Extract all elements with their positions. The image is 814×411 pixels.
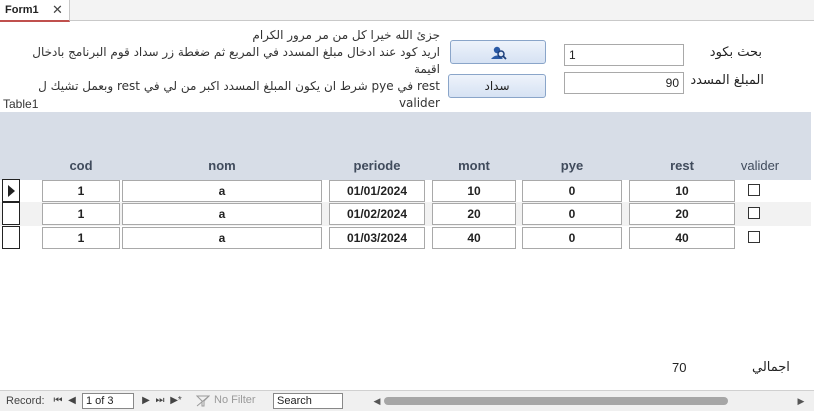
cell-cod[interactable]: 1: [42, 227, 120, 249]
cell-periode[interactable]: 01/01/2024: [329, 180, 425, 202]
prev-record-icon[interactable]: ◀: [66, 394, 78, 408]
cell-periode[interactable]: 01/03/2024: [329, 227, 425, 249]
record-search-input[interactable]: Search: [273, 393, 343, 409]
cell-cod[interactable]: 1: [42, 203, 120, 225]
total-value: 70: [672, 360, 687, 375]
table-row: 1 a 01/02/2024 20 0 20: [0, 202, 811, 226]
tab-title: Form1: [5, 4, 39, 16]
search-button[interactable]: [450, 40, 546, 64]
search-code-input[interactable]: 1: [564, 44, 684, 66]
valider-checkbox[interactable]: [748, 231, 760, 243]
cell-cod[interactable]: 1: [42, 180, 120, 202]
col-header-nom: nom: [208, 158, 236, 173]
table-row: 1 a 01/03/2024 40 0 40: [0, 226, 811, 250]
valider-checkbox[interactable]: [748, 184, 760, 196]
filter-icon: [196, 395, 210, 407]
total-label: اجمالي: [752, 360, 790, 375]
paid-amount-label: المبلغ المسدد: [690, 73, 764, 88]
record-navigation-bar: Record: ⏮ ◀ 1 of 3 ▶ ⏭ ▶* No Filter Sear…: [0, 390, 814, 411]
table1-subform: cod nom periode mont pye rest valider 1 …: [0, 112, 811, 390]
cell-pye[interactable]: 0: [522, 180, 622, 202]
cell-pye[interactable]: 0: [522, 203, 622, 225]
horizontal-scrollbar-thumb[interactable]: [384, 397, 728, 405]
cell-mont[interactable]: 10: [432, 180, 516, 202]
column-header-band: cod nom periode mont pye rest valider: [0, 112, 811, 180]
cell-mont[interactable]: 40: [432, 227, 516, 249]
col-header-mont: mont: [458, 158, 490, 173]
last-record-icon[interactable]: ⏭: [154, 394, 166, 408]
cell-pye[interactable]: 0: [522, 227, 622, 249]
cell-nom[interactable]: a: [122, 227, 322, 249]
col-header-rest: rest: [670, 158, 694, 173]
paid-amount-input[interactable]: 90: [564, 72, 684, 94]
tab-bar: Form1 ✕: [0, 0, 814, 22]
col-header-valider: valider: [740, 158, 780, 173]
record-selector[interactable]: [2, 226, 20, 249]
cell-rest[interactable]: 40: [629, 227, 735, 249]
scroll-left-icon[interactable]: ◀: [372, 395, 382, 407]
search-user-icon: [491, 46, 507, 60]
record-label: Record:: [6, 395, 45, 407]
cell-rest[interactable]: 10: [629, 180, 735, 202]
col-header-pye: pye: [560, 158, 584, 173]
cell-rest[interactable]: 20: [629, 203, 735, 225]
scroll-right-icon[interactable]: ▶: [796, 395, 806, 407]
next-record-icon[interactable]: ▶: [140, 394, 152, 408]
first-record-icon[interactable]: ⏮: [52, 394, 64, 408]
valider-checkbox[interactable]: [748, 207, 760, 219]
record-selector[interactable]: [2, 202, 20, 225]
cell-periode[interactable]: 01/02/2024: [329, 203, 425, 225]
subform-title: Table1: [3, 97, 39, 111]
col-header-periode: periode: [353, 158, 401, 173]
current-record-arrow-icon: [8, 185, 15, 197]
tab-form1[interactable]: Form1 ✕: [0, 0, 70, 22]
search-code-label: بحث بكود: [709, 45, 762, 60]
cell-nom[interactable]: a: [122, 180, 322, 202]
pay-button[interactable]: سداد: [448, 74, 546, 98]
new-record-icon[interactable]: ▶*: [168, 394, 184, 408]
record-position-input[interactable]: 1 of 3: [82, 393, 134, 409]
cell-mont[interactable]: 20: [432, 203, 516, 225]
table-row: 1 a 01/01/2024 10 0 10: [0, 179, 811, 203]
record-selector[interactable]: [2, 179, 20, 202]
col-header-cod: cod: [69, 158, 93, 173]
cell-nom[interactable]: a: [122, 203, 322, 225]
no-filter-label: No Filter: [214, 394, 256, 406]
close-icon[interactable]: ✕: [52, 1, 63, 19]
